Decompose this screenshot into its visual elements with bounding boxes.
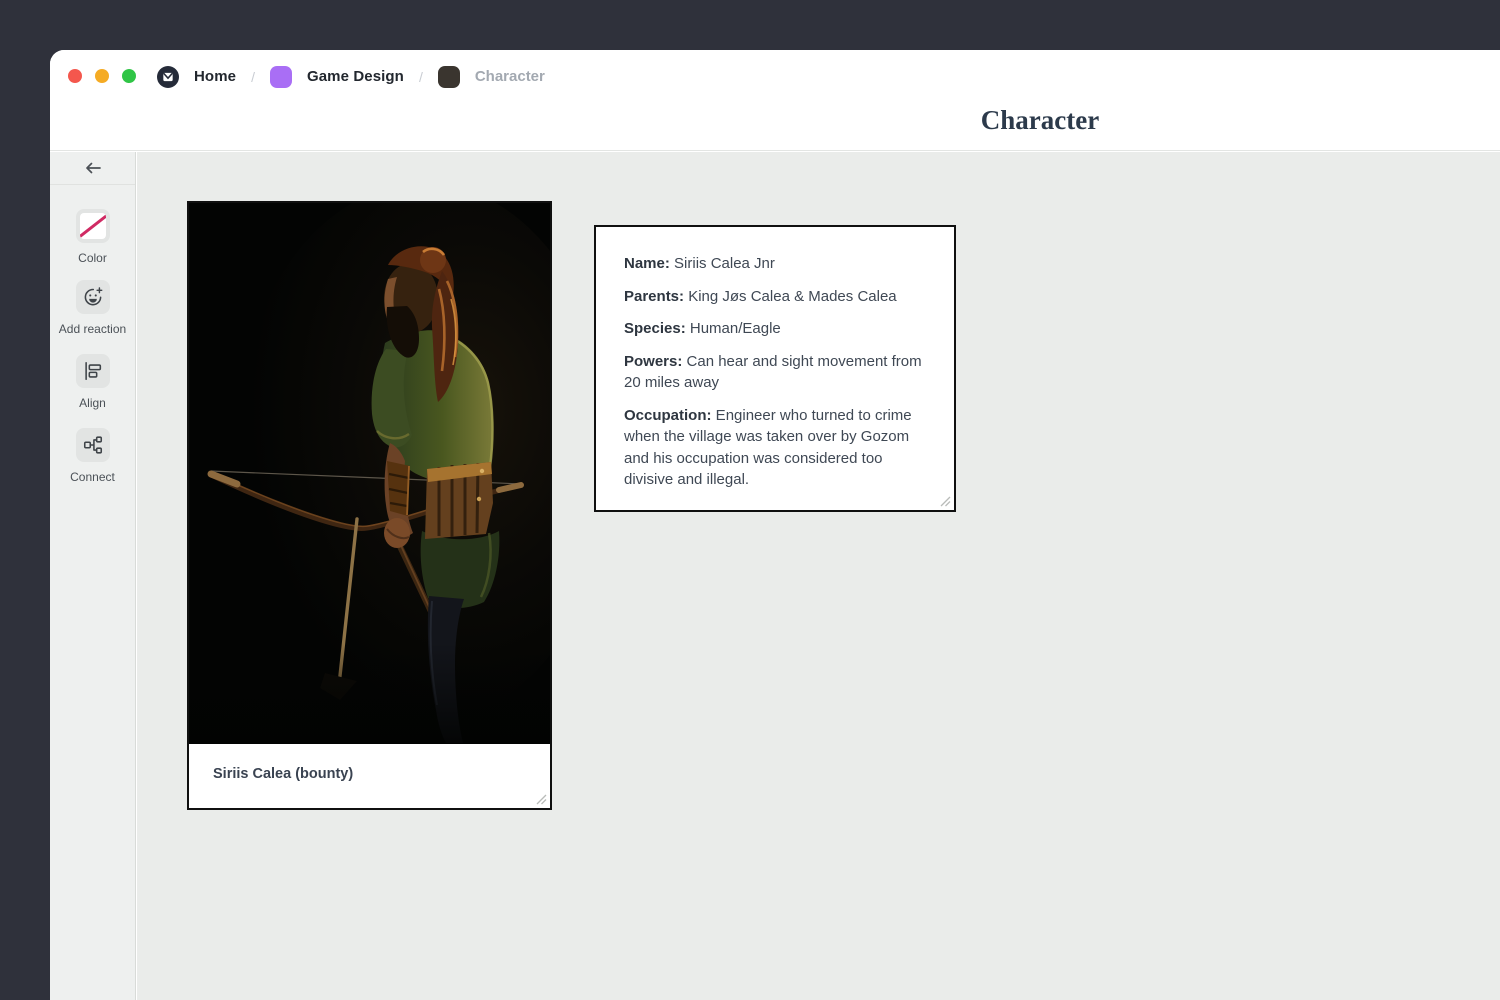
toolbar-sidebar: Color Add reaction bbox=[50, 152, 136, 1000]
tool-label: Align bbox=[79, 397, 106, 410]
header-bar: Home / Game Design / Character Character bbox=[50, 50, 1500, 151]
back-arrow-icon bbox=[84, 161, 102, 175]
board-tile-icon-character[interactable] bbox=[438, 66, 460, 88]
tool-label: Connect bbox=[70, 471, 115, 484]
tool-label: Color bbox=[78, 252, 107, 265]
tool-add-reaction: Add reaction bbox=[50, 280, 135, 336]
image-caption-text[interactable]: Siriis Calea (bounty) bbox=[213, 766, 353, 782]
app-window: Home / Game Design / Character Character… bbox=[50, 50, 1500, 1000]
minimize-window-button[interactable] bbox=[95, 69, 109, 83]
breadcrumb-separator: / bbox=[419, 69, 423, 85]
archer-photo bbox=[189, 203, 550, 744]
breadcrumb-game-design[interactable]: Game Design bbox=[307, 68, 404, 85]
connect-nodes-icon bbox=[82, 434, 104, 456]
image-caption-area[interactable]: Siriis Calea (bounty) bbox=[189, 744, 550, 808]
resize-handle-icon[interactable] bbox=[938, 494, 951, 507]
field-occupation: Occupation: Engineer who turned to crime… bbox=[624, 405, 926, 491]
collapse-toolbar-button[interactable] bbox=[50, 152, 135, 185]
tool-label: Add reaction bbox=[59, 323, 126, 336]
tool-color: Color bbox=[50, 209, 135, 265]
breadcrumb: Home / Game Design / Character bbox=[157, 50, 545, 103]
board-tile-icon-game-design[interactable] bbox=[270, 66, 292, 88]
image-card[interactable]: Siriis Calea (bounty) bbox=[187, 201, 552, 810]
breadcrumb-separator: / bbox=[251, 69, 255, 85]
breadcrumb-character: Character bbox=[475, 68, 545, 85]
breadcrumb-home[interactable]: Home bbox=[194, 68, 236, 85]
field-parents: Parents: King Jøs Calea & Mades Calea bbox=[624, 286, 926, 308]
window-controls bbox=[68, 69, 136, 83]
color-swatch-icon bbox=[80, 213, 106, 239]
board-title[interactable]: Character bbox=[981, 105, 1099, 136]
resize-handle-icon[interactable] bbox=[534, 792, 547, 805]
align-button[interactable] bbox=[76, 354, 110, 388]
color-button[interactable] bbox=[76, 209, 110, 243]
field-species: Species: Human/Eagle bbox=[624, 318, 926, 340]
zoom-window-button[interactable] bbox=[122, 69, 136, 83]
milanote-logo-icon[interactable] bbox=[157, 66, 179, 88]
board-canvas[interactable]: Siriis Calea (bounty) Name: Siriis Calea… bbox=[137, 152, 1500, 1000]
tool-connect: Connect bbox=[50, 428, 135, 484]
text-card[interactable]: Name: Siriis Calea Jnr Parents: King Jøs… bbox=[594, 225, 956, 512]
field-name: Name: Siriis Calea Jnr bbox=[624, 253, 926, 275]
align-left-icon bbox=[82, 360, 104, 382]
close-window-button[interactable] bbox=[68, 69, 82, 83]
add-reaction-button[interactable] bbox=[76, 280, 110, 314]
field-powers: Powers: Can hear and sight movement from… bbox=[624, 351, 926, 394]
smiley-plus-icon bbox=[82, 286, 104, 308]
tool-align: Align bbox=[50, 354, 135, 410]
connect-button[interactable] bbox=[76, 428, 110, 462]
